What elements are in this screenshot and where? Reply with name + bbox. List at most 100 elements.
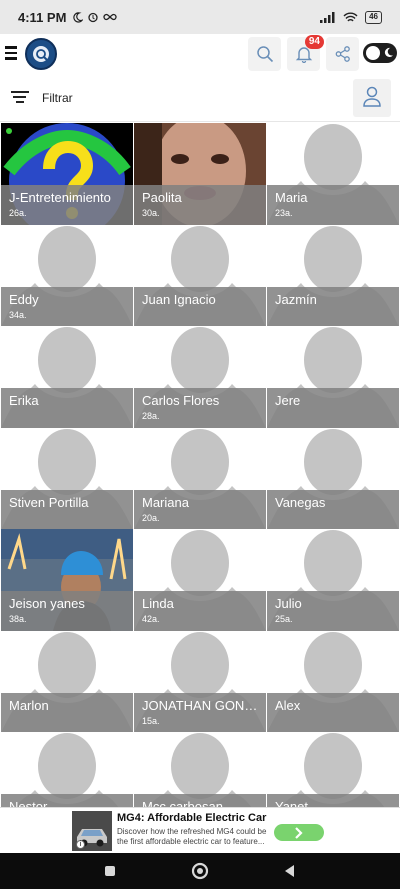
profile-label: Julio 25a.: [267, 591, 399, 631]
profile-name: JONATHAN GONZ…: [142, 697, 258, 713]
profile-card[interactable]: Jeison yanes 38a.: [1, 529, 133, 631]
alarm-icon: [88, 12, 99, 23]
status-time: 4:11 PM: [18, 9, 67, 25]
profile-name: Eddy: [9, 291, 39, 307]
dark-mode-toggle[interactable]: [363, 43, 397, 63]
profile-label: Stiven Portilla: [1, 489, 133, 530]
ad-info-icon[interactable]: i: [76, 840, 85, 849]
profile-label: Carlos Flores 28a.: [134, 388, 266, 428]
menu-icon[interactable]: [5, 46, 17, 60]
profile-age: 20a.: [142, 512, 160, 523]
profile-age: 26a.: [9, 208, 27, 218]
online-status-dot: [6, 128, 12, 134]
profile-card[interactable]: Jere: [267, 326, 399, 428]
profile-age: 28a.: [142, 411, 160, 421]
profile-label: J-Entretenimiento 26a.: [1, 185, 133, 225]
profile-card[interactable]: Vanegas: [267, 427, 399, 530]
profile-label: Eddy 34a.: [1, 286, 133, 327]
profile-name: Vanegas: [275, 494, 326, 510]
profile-card[interactable]: Juan Ignacio: [134, 224, 266, 327]
home-circle-icon: [191, 862, 209, 880]
profile-label: Maria 23a.: [267, 185, 399, 225]
profile-label: Vanegas: [267, 489, 399, 530]
ad-banner[interactable]: MG4: Affordable Electric Car Discover ho…: [0, 807, 400, 853]
share-button[interactable]: [326, 37, 359, 71]
profile-name: Maria: [275, 190, 308, 205]
status-icons-right: 46: [320, 10, 382, 24]
ad-title: MG4: Affordable Electric Car: [117, 812, 267, 824]
profile-card[interactable]: Julio 25a.: [267, 529, 399, 631]
profile-age: 23a.: [275, 208, 293, 218]
profile-age: 15a.: [142, 715, 160, 726]
moon-icon: [73, 11, 84, 23]
profile-card[interactable]: Maria 23a.: [267, 123, 399, 225]
status-icons-left: [72, 11, 118, 23]
back-button[interactable]: [280, 861, 300, 881]
profile-label: Alex: [267, 692, 399, 733]
app-root: 4:11 PM 46 94 Filtrar J-Entretenimiento …: [0, 0, 400, 889]
filter-bar: Filtrar: [0, 74, 400, 122]
wifi-icon: [343, 12, 358, 21]
search-icon: [256, 46, 273, 63]
profile-card[interactable]: Alex: [267, 630, 399, 733]
search-button[interactable]: [248, 37, 281, 71]
profile-name: Juan Ignacio: [142, 291, 216, 307]
home-button[interactable]: [190, 861, 210, 881]
profile-card[interactable]: Carlos Flores 28a.: [134, 326, 266, 428]
chevron-right-icon: [295, 826, 303, 839]
profile-label: Jere: [267, 388, 399, 428]
profile-card[interactable]: Erika: [1, 326, 133, 428]
ad-cta-button[interactable]: [274, 824, 324, 841]
profile-name: Linda: [142, 596, 174, 611]
profile-name: Jeison yanes: [9, 596, 85, 611]
profile-card[interactable]: Jazmín: [267, 224, 399, 327]
my-profile-button[interactable]: [353, 79, 391, 117]
profile-label: Marlon: [1, 692, 133, 733]
profile-label: Paolita 30a.: [134, 185, 266, 225]
profile-label: Jazmín: [267, 286, 399, 327]
profile-name: Alex: [275, 697, 301, 713]
share-icon: [335, 46, 350, 62]
profile-card[interactable]: JONATHAN GONZ… 15a.: [134, 630, 266, 733]
profile-age: 38a.: [9, 614, 27, 624]
filter-icon[interactable]: [11, 91, 29, 105]
profile-card[interactable]: Stiven Portilla: [1, 427, 133, 530]
infinity-icon: [103, 13, 118, 21]
system-nav-bar: [0, 853, 400, 889]
profile-card[interactable]: Eddy 34a.: [1, 224, 133, 327]
profile-name: J-Entretenimiento: [9, 190, 111, 205]
profile-label: Jeison yanes 38a.: [1, 591, 133, 631]
profile-card[interactable]: Marlon: [1, 630, 133, 733]
profile-label: Linda 42a.: [134, 591, 266, 631]
profile-name: Erika: [9, 393, 39, 408]
back-triangle-icon: [285, 865, 294, 877]
profile-label: JONATHAN GONZ… 15a.: [134, 692, 266, 733]
profile-age: 42a.: [142, 614, 160, 624]
profile-label: Juan Ignacio: [134, 286, 266, 327]
app-header: 94: [0, 34, 400, 74]
profile-name: Carlos Flores: [142, 393, 220, 408]
profile-name: Jazmín: [275, 291, 317, 307]
notifications-button[interactable]: 94: [287, 35, 324, 71]
profile-card[interactable]: Linda 42a.: [134, 529, 266, 631]
filter-label[interactable]: Filtrar: [42, 91, 73, 105]
profile-card[interactable]: J-Entretenimiento 26a.: [1, 123, 133, 225]
status-bar: 4:11 PM 46: [0, 0, 400, 34]
profile-card[interactable]: Mariana 20a.: [134, 427, 266, 530]
battery-indicator: 46: [365, 10, 382, 24]
profile-name: Paolita: [142, 190, 182, 205]
profile-name: Marlon: [9, 697, 49, 713]
signal-icon: [320, 11, 335, 23]
square-icon: [105, 866, 115, 876]
profile-name: Mariana: [142, 494, 189, 510]
notification-badge: 94: [304, 35, 324, 49]
magnifier-logo-icon: [36, 49, 49, 62]
recent-apps-button[interactable]: [100, 861, 120, 881]
profile-name: Stiven Portilla: [9, 494, 89, 510]
profile-age: 34a.: [9, 309, 27, 320]
toggle-knob: [366, 46, 380, 60]
profile-age: 25a.: [275, 614, 293, 624]
profile-label: Erika: [1, 388, 133, 428]
profile-card[interactable]: Paolita 30a.: [134, 123, 266, 225]
app-logo[interactable]: [25, 38, 57, 70]
